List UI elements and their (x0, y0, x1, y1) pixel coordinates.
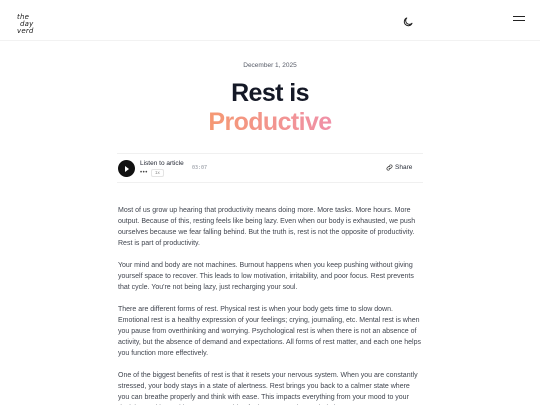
more-options-button[interactable]: ••• (140, 170, 148, 176)
article-paragraph: Most of us grow up hearing that producti… (118, 207, 416, 247)
logo-line-3: verd (17, 27, 34, 35)
title-line-1: Rest is (231, 79, 309, 107)
article-paragraph: One of the biggest benefits of rest is t… (118, 372, 418, 401)
post-title: Rest is Productive (0, 79, 540, 137)
share-button[interactable]: Share (386, 164, 413, 171)
moon-icon (403, 17, 413, 27)
play-button[interactable] (118, 160, 135, 177)
listen-label: Listen to article (140, 160, 184, 167)
menu-button[interactable] (513, 16, 525, 25)
article-paragraph: There are different forms of rest. Physi… (118, 306, 421, 357)
share-label: Share (395, 164, 413, 171)
audio-player: Listen to article ••• 1x 03:07 Share (117, 153, 423, 183)
audio-duration: 03:07 (192, 165, 208, 171)
site-logo[interactable]: the day verd (17, 14, 41, 35)
theme-toggle-button[interactable] (402, 15, 414, 27)
link-icon (386, 164, 393, 171)
header-divider (0, 40, 540, 41)
hamburger-menu-icon (513, 16, 525, 18)
playback-speed-select[interactable]: 1x (151, 169, 164, 177)
title-line-2-gradient: Productive (0, 108, 540, 137)
post-date: December 1, 2025 (243, 62, 297, 69)
article-body: Most of us grow up hearing that producti… (118, 205, 423, 405)
article-paragraph: Your mind and body are not machines. Bur… (118, 262, 414, 291)
site-header: the day verd (0, 0, 540, 40)
